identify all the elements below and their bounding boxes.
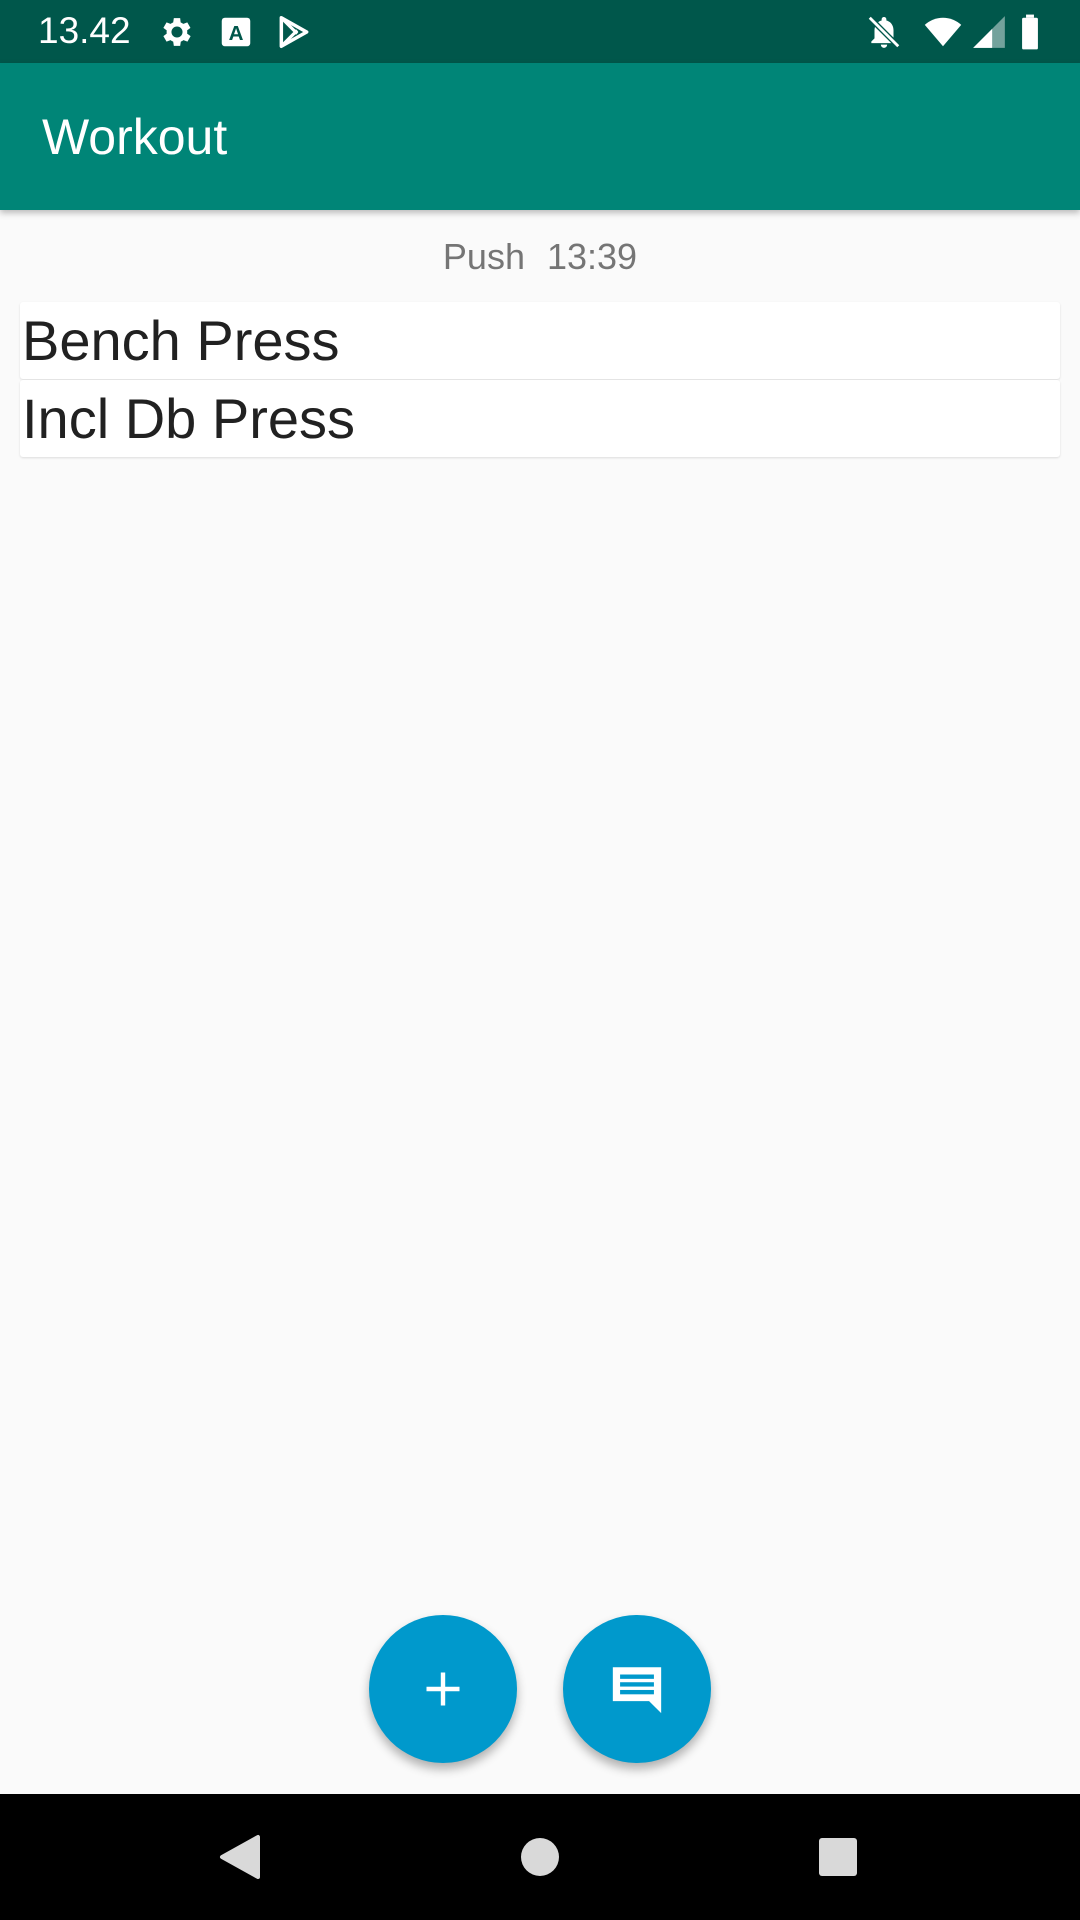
home-icon bbox=[521, 1838, 559, 1876]
gear-icon bbox=[158, 13, 196, 51]
notifications-off-icon bbox=[865, 13, 903, 51]
exercise-item[interactable]: Incl Db Press bbox=[20, 380, 1060, 457]
session-name: Push bbox=[442, 236, 525, 277]
session-info: Push 13:39 bbox=[0, 232, 1080, 282]
status-time: 13.42 bbox=[38, 10, 131, 51]
signal-icon bbox=[970, 13, 1008, 51]
status-bar: 13.42 A bbox=[0, 0, 1080, 63]
navigation-bar bbox=[0, 1794, 1080, 1920]
page-title: Workout bbox=[42, 109, 228, 165]
session-time: 13:39 bbox=[546, 236, 638, 277]
screen: 13.42 A Workout Push 13:39 Bench Press I… bbox=[0, 0, 1080, 1920]
plus-icon bbox=[426, 1672, 460, 1706]
app-bar: Workout bbox=[0, 63, 1080, 210]
recents-button[interactable] bbox=[803, 1822, 873, 1892]
comment-icon bbox=[612, 1667, 662, 1714]
battery-icon bbox=[1015, 13, 1045, 51]
comment-button[interactable] bbox=[563, 1615, 711, 1763]
exercise-item[interactable]: Bench Press bbox=[20, 302, 1060, 379]
back-button[interactable] bbox=[205, 1822, 275, 1892]
text-a-icon: A bbox=[217, 13, 255, 51]
play-store-icon bbox=[275, 13, 313, 51]
add-exercise-button[interactable] bbox=[369, 1615, 517, 1763]
svg-text:A: A bbox=[229, 22, 244, 45]
wifi-icon bbox=[922, 13, 964, 51]
exercise-list: Bench Press Incl Db Press bbox=[20, 302, 1060, 458]
home-button[interactable] bbox=[505, 1822, 575, 1892]
back-icon bbox=[220, 1835, 260, 1879]
recents-icon bbox=[819, 1838, 857, 1876]
